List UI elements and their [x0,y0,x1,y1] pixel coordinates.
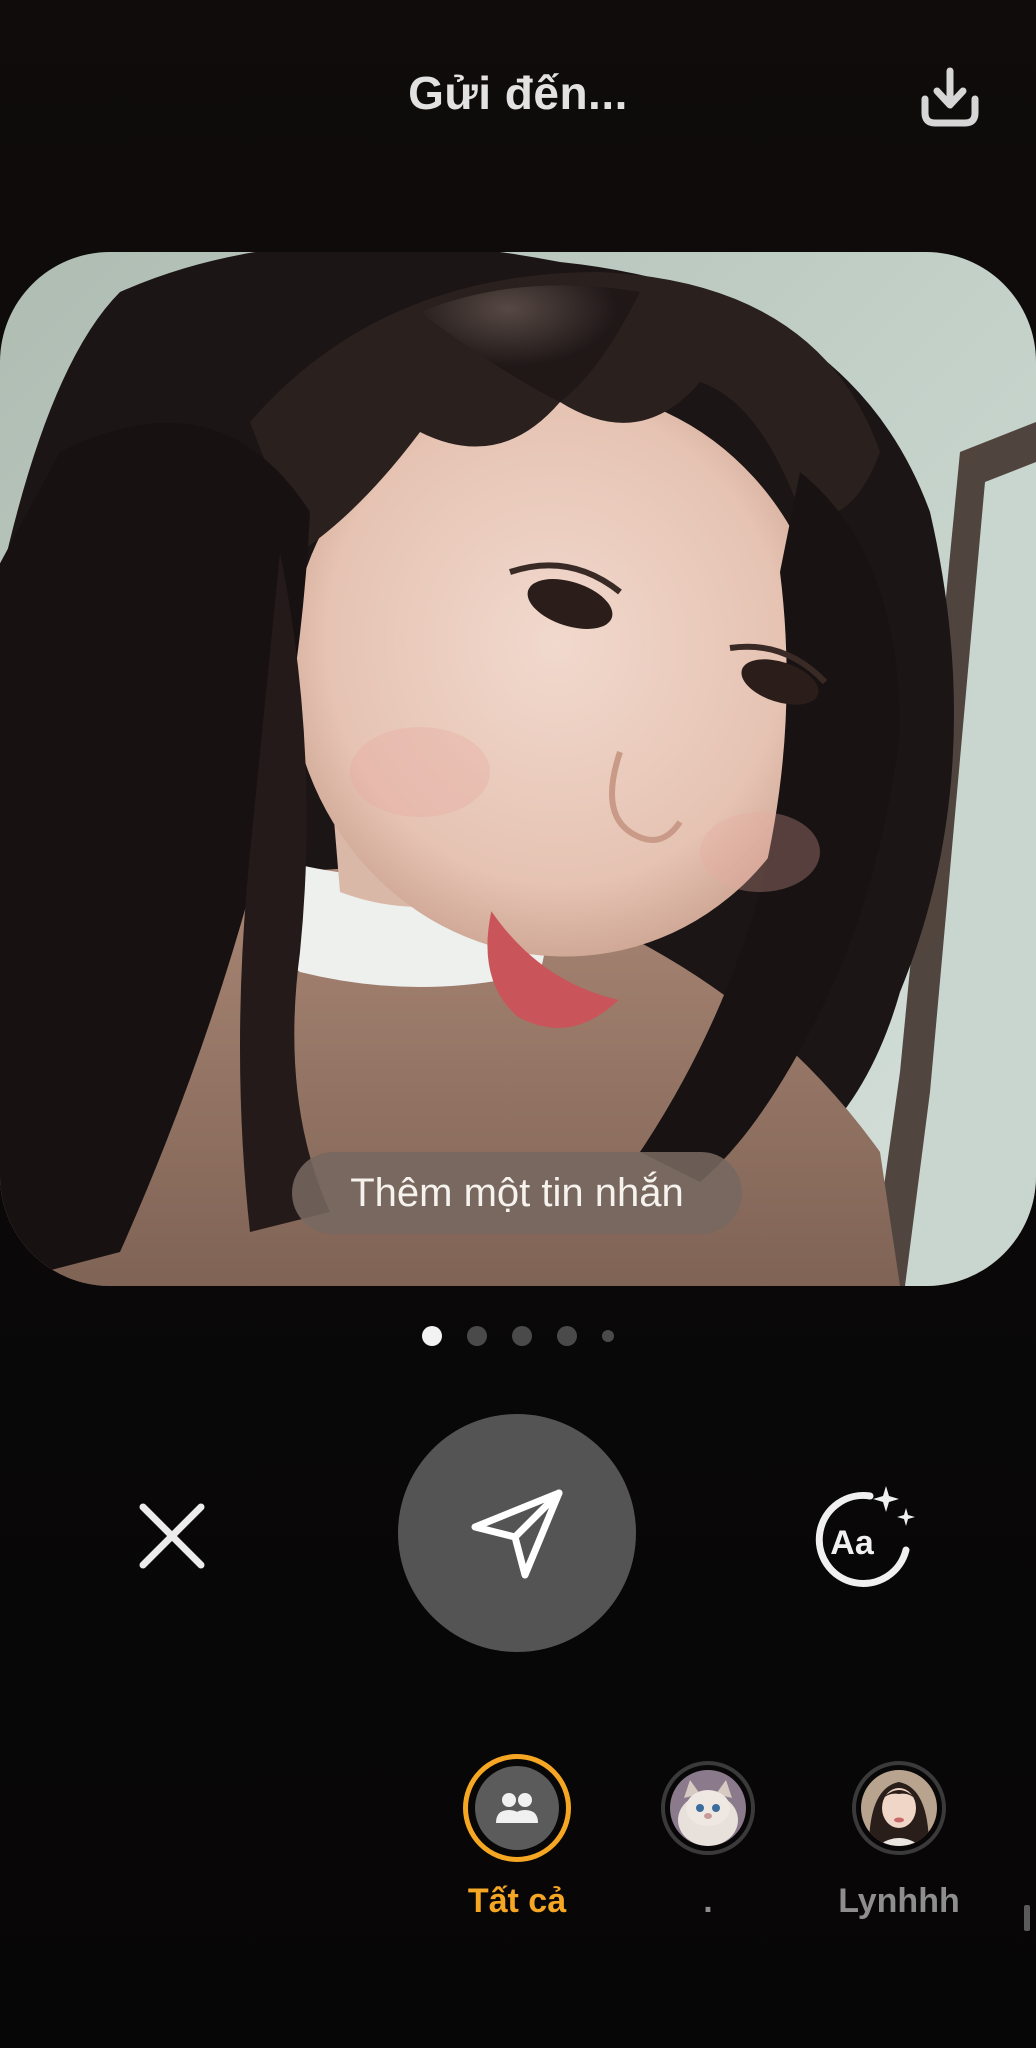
page-title: Gửi đến... [408,67,628,119]
page-dot[interactable] [602,1330,614,1342]
group-icon [475,1766,559,1850]
recipient-avatar-ring [463,1754,571,1862]
close-icon [139,1503,205,1569]
page-indicator [0,1326,1036,1346]
scroll-indicator[interactable] [1024,1905,1030,1931]
recipient-all[interactable]: Tất cả [432,1754,602,1921]
download-button[interactable] [910,58,990,138]
text-style-sparkle-icon: Aa [815,1486,915,1587]
add-message-input[interactable]: Thêm một tin nhắn [292,1152,742,1234]
screen: Gửi đến... Thêm một tin nhắn Aa Tất cả .… [0,0,1036,2048]
page-dot[interactable] [557,1326,577,1346]
page-dot-active[interactable] [422,1326,442,1346]
avatar-cat [670,1770,746,1846]
text-style-label: Aa [830,1524,875,1562]
selfie-photo [0,252,1036,1286]
download-icon [921,67,979,127]
page-dot[interactable] [467,1326,487,1346]
recipient-dot-contact[interactable]: . [623,1754,793,1921]
recipient-avatar-ring [661,1761,755,1855]
recipient-lynhhh[interactable]: Lynhhh [814,1754,984,1921]
recipient-label: . [703,1882,713,1920]
send-icon [471,1489,563,1579]
text-style-button[interactable]: Aa [800,1474,924,1598]
send-button[interactable] [398,1414,636,1652]
recipient-label: Lynhhh [838,1882,960,1920]
close-button[interactable] [132,1496,212,1576]
recipient-avatar-ring [852,1761,946,1855]
photo-preview[interactable]: Thêm một tin nhắn [0,252,1036,1286]
avatar-girl [861,1770,937,1846]
page-dot[interactable] [512,1326,532,1346]
recipient-label: Tất cả [467,1882,567,1920]
